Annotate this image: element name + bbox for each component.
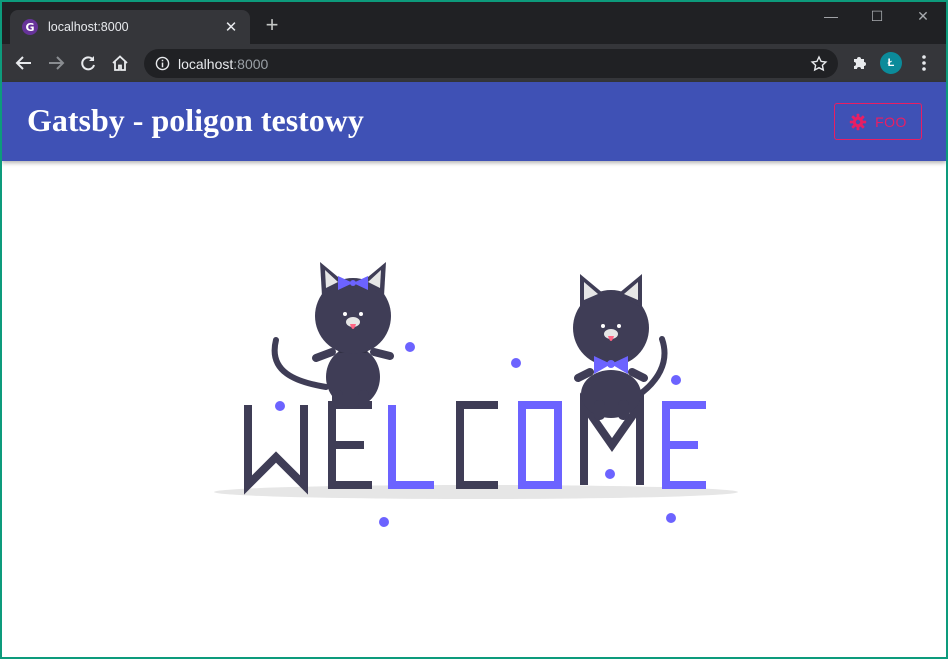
letter-e-1 bbox=[328, 401, 372, 489]
tab-strip: G localhost:8000 ✕ + — ☐ ✕ bbox=[2, 2, 946, 44]
foo-button[interactable]: FOO bbox=[834, 103, 922, 140]
browser-tab[interactable]: G localhost:8000 ✕ bbox=[10, 10, 250, 44]
page-title: Gatsby - poligon testowy bbox=[27, 102, 364, 138]
url-host: localhost bbox=[178, 56, 234, 72]
close-tab-icon[interactable]: ✕ bbox=[222, 18, 240, 36]
info-icon[interactable] bbox=[155, 56, 170, 71]
close-window-icon[interactable]: ✕ bbox=[908, 8, 938, 25]
puzzle-icon[interactable] bbox=[850, 53, 870, 73]
kebab-menu-icon[interactable] bbox=[914, 53, 934, 73]
maximize-icon[interactable]: ☐ bbox=[862, 8, 892, 25]
forward-arrow-icon[interactable] bbox=[46, 53, 66, 73]
settings-gear-icon bbox=[849, 113, 867, 130]
letter-c bbox=[456, 401, 498, 489]
url-port: :8000 bbox=[233, 56, 269, 72]
browser-window: G localhost:8000 ✕ + — ☐ ✕ localhost:800… bbox=[2, 2, 946, 657]
letter-w bbox=[244, 405, 308, 495]
letter-o bbox=[518, 401, 562, 489]
tab-title: localhost:8000 bbox=[48, 20, 129, 34]
home-icon[interactable] bbox=[110, 53, 130, 73]
letter-e-2 bbox=[662, 401, 706, 489]
gatsby-icon: G bbox=[22, 19, 38, 35]
address-bar[interactable]: localhost:8000 bbox=[144, 49, 838, 78]
welcome-cats-illustration bbox=[214, 262, 738, 527]
new-tab-button[interactable]: + bbox=[260, 14, 284, 36]
back-arrow-icon[interactable] bbox=[14, 53, 34, 73]
right-cat bbox=[573, 274, 668, 420]
profile-avatar[interactable]: Ł bbox=[880, 52, 902, 74]
star-icon[interactable] bbox=[810, 55, 828, 73]
reload-icon[interactable] bbox=[78, 53, 98, 73]
page-content: Gatsby - poligon testowy FOO bbox=[2, 82, 946, 657]
browser-toolbar: localhost:8000 Ł bbox=[2, 44, 946, 82]
letter-l bbox=[388, 405, 434, 489]
left-cat bbox=[271, 262, 394, 408]
url-text: localhost:8000 bbox=[178, 56, 268, 72]
minimize-icon[interactable]: — bbox=[816, 8, 846, 24]
foo-button-label: FOO bbox=[875, 113, 907, 130]
app-bar: Gatsby - poligon testowy FOO bbox=[2, 82, 946, 161]
